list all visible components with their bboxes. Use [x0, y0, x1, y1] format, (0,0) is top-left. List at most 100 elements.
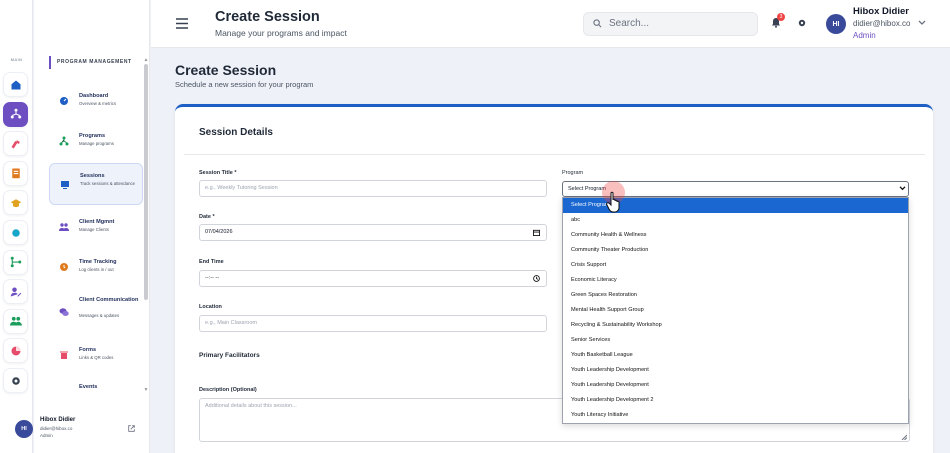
sidebar-item-forms[interactable]: Forms Links & QR codes [49, 338, 143, 372]
rail-item-edit-user[interactable] [3, 279, 28, 305]
pie-chart-icon [11, 346, 20, 356]
program-dropdown-list[interactable]: Select Program abc Community Health & Well… [562, 197, 909, 424]
network-icon [10, 108, 21, 119]
sidebar-user-email: didier@hibox.co [40, 426, 73, 431]
gear-icon[interactable] [797, 18, 807, 28]
rail-item-clipboard[interactable] [3, 160, 28, 186]
location-label: Location [199, 304, 222, 310]
rail-item-network[interactable] [3, 101, 28, 127]
program-option[interactable]: Youth Leadership Development 2 [563, 393, 908, 408]
satellite-icon [11, 139, 20, 149]
sidebar-scrollbar-thumb[interactable] [144, 64, 148, 300]
program-option[interactable]: Senior Services [563, 333, 908, 348]
home-icon [11, 80, 20, 89]
gear-icon [11, 376, 20, 385]
page-title: Create Session [175, 62, 277, 78]
rail-item-home[interactable] [3, 72, 28, 97]
sidebar-user-role: Admin [40, 433, 53, 438]
program-option[interactable]: Youth Leadership Development [563, 363, 908, 378]
form-section-title: Session Details [199, 127, 273, 138]
sidebar-item-time-tracking[interactable]: Time Tracking Log clients in / out [49, 250, 143, 284]
program-option[interactable]: Crisis Support [563, 258, 908, 273]
notification-badge: 3 [777, 13, 785, 21]
gauge-icon [60, 97, 68, 105]
rail-item-circle[interactable] [3, 220, 28, 245]
program-option[interactable]: Youth Basketball League [563, 348, 908, 363]
sidebar-item-subtitle: Overview & metrics [79, 101, 117, 106]
sidebar-item-subtitle: Log clients in / out [79, 267, 114, 272]
sidebar-item-sessions[interactable]: Sessions Track sessions & attendance [49, 163, 143, 205]
hand-cursor-icon [606, 191, 620, 213]
clock-icon[interactable] [533, 275, 540, 282]
users-icon [59, 223, 69, 231]
sidebar-section-title: PROGRAM MANAGEMENT [49, 56, 132, 69]
sidebar-item-programs[interactable]: Programs Manage programs [49, 124, 143, 158]
program-option[interactable]: Youth Literacy Initiative [563, 408, 908, 423]
resize-handle-icon[interactable] [901, 434, 907, 440]
program-option[interactable]: Youth Leadership Development [563, 378, 908, 393]
sidebar-item-subtitle: Links & QR codes [79, 355, 114, 360]
sidebar-item-title: Client Mgmnt [79, 219, 115, 225]
session-title-label: Session Title * [199, 170, 237, 176]
location-input[interactable]: e.g., Main Classroom [199, 315, 547, 332]
rail-item-users[interactable] [3, 308, 28, 334]
sidebar-item-subtitle: Manage Clients [79, 227, 109, 232]
avatar: HI [15, 420, 33, 438]
users-icon [9, 317, 22, 326]
sidebar-item-client-mgmnt[interactable]: Client Mgmnt Manage Clients [49, 210, 143, 244]
end-time-input[interactable]: --:-- -- [199, 270, 547, 287]
scroll-down-icon[interactable]: ▼ [143, 387, 149, 393]
hamburger-menu-icon[interactable] [176, 18, 188, 29]
program-option[interactable]: Economic Literacy [563, 273, 908, 288]
session-title-input[interactable]: e.g., Weekly Tutoring Session [199, 180, 547, 197]
header-avatar[interactable]: HI [826, 14, 846, 34]
end-time-label: End Time [199, 259, 224, 265]
header-user-role: Admin [853, 31, 876, 40]
page-subtitle: Schedule a new session for your program [175, 80, 314, 89]
chevron-down-icon[interactable] [918, 20, 926, 26]
program-option[interactable]: Recycling & Sustainability Workshop [563, 318, 908, 333]
circle-icon [11, 228, 20, 237]
external-link-icon[interactable] [128, 425, 135, 432]
branch-icon [10, 256, 21, 268]
rail-item-gear[interactable] [3, 368, 28, 393]
sidebar-item-subtitle: Messages & updates [79, 313, 120, 318]
chat-icon [59, 308, 69, 316]
rail-item-satellite[interactable] [3, 131, 28, 157]
search-input[interactable]: Search... [583, 12, 758, 36]
sidebar-item-title: Client Communication [79, 297, 139, 303]
header-user-email: didier@hibox.co [853, 19, 911, 28]
rail-item-pie-chart[interactable] [3, 338, 28, 364]
program-option[interactable]: abc [563, 213, 908, 228]
calendar-icon[interactable] [533, 229, 540, 236]
sidebar-item-subtitle: Manage programs [79, 141, 114, 146]
hat-icon [10, 199, 21, 208]
rail-item-branch[interactable] [3, 249, 28, 275]
sidebar-item-subtitle: Track sessions & attendance [80, 181, 136, 186]
program-option[interactable]: Mental Health Support Group [563, 303, 908, 318]
rail-item-hat[interactable] [3, 190, 28, 216]
sidebar-item-client-communication[interactable]: Client Communication Messages & updates [49, 290, 143, 334]
network-icon [59, 136, 69, 146]
clock-icon [60, 263, 68, 271]
trash-icon [60, 351, 68, 359]
sidebar-item-title: Dashboard [79, 93, 109, 99]
clipboard-icon [11, 168, 20, 179]
date-input[interactable]: 07/04/2026 [199, 224, 547, 241]
program-label: Program [562, 170, 584, 176]
sidebar-item-dashboard[interactable]: Dashboard Overview & metrics [49, 84, 143, 118]
chevron-down-icon[interactable] [899, 186, 906, 191]
monitor-icon [61, 181, 69, 189]
program-option[interactable]: Community Health & Wellness [563, 228, 908, 243]
sidebar-item-title: Events [79, 384, 98, 390]
scroll-up-icon[interactable]: ▲ [143, 57, 149, 63]
sidebar-item-title: Time Tracking [79, 259, 117, 265]
search-icon [593, 19, 602, 28]
program-option[interactable]: Community Theater Production [563, 243, 908, 258]
sidebar-item-events[interactable]: Events [49, 376, 143, 398]
edit-user-icon [10, 287, 21, 297]
header-subtitle: Manage your programs and impact [215, 28, 347, 38]
section-divider [184, 154, 925, 155]
program-option[interactable]: Green Spaces Restoration [563, 288, 908, 303]
header-user-name: Hibox Didier [853, 6, 909, 17]
